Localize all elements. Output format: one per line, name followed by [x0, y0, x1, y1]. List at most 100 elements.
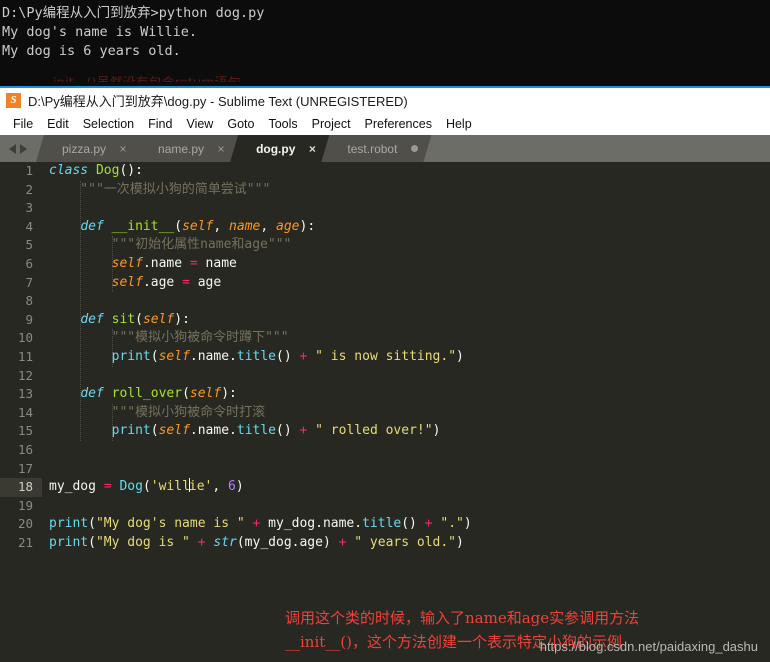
code-line[interactable]: 9 def sit(self): [0, 311, 770, 330]
token: name [197, 255, 237, 271]
line-source: my_dog = Dog('willie', 6) [49, 478, 244, 497]
token: " is now sitting." [307, 348, 457, 364]
token: title [236, 348, 277, 364]
token: = [189, 255, 198, 271]
code-line[interactable]: 14 """模拟小狗被命令时打滚 [0, 404, 770, 423]
line-number: 8 [25, 293, 33, 309]
token: + [197, 534, 206, 550]
menu-item-tools[interactable]: Tools [261, 117, 304, 131]
code-line[interactable]: 7 self.age = age [0, 274, 770, 293]
token: = [182, 274, 190, 290]
tab-scroll-arrows[interactable] [0, 135, 36, 162]
line-number: 16 [17, 441, 33, 457]
code-line[interactable]: 13 def roll_over(self): [0, 385, 770, 404]
line-source: """模拟小狗被命令时蹲下""" [49, 329, 289, 348]
menu-item-preferences[interactable]: Preferences [358, 117, 439, 131]
tab-unsaved-indicator-icon[interactable] [397, 145, 431, 152]
code-line[interactable]: 6 self.name = name [0, 255, 770, 274]
token: , [212, 479, 229, 495]
line-number: 5 [25, 237, 33, 253]
token: print [49, 516, 89, 532]
token: self [182, 218, 214, 234]
tab-dog-py[interactable]: dog.py × [230, 135, 329, 162]
tab-name-py[interactable]: name.py × [132, 135, 238, 162]
token: , [260, 218, 277, 234]
code-line[interactable]: 18 my_dog = Dog('willie', 6) [0, 478, 770, 497]
tabbar: pizza.py × name.py × dog.py × test.robot [0, 135, 770, 162]
line-number: 7 [25, 274, 33, 290]
token: print [111, 423, 151, 439]
line-number: 9 [25, 311, 33, 327]
menu-item-help[interactable]: Help [439, 117, 479, 131]
token: title [362, 516, 402, 532]
token: def [80, 386, 112, 402]
menu-item-edit[interactable]: Edit [40, 117, 76, 131]
tab-next-arrow-icon[interactable] [20, 143, 27, 154]
code-line[interactable]: 11 print(self.name.title() + " is now si… [0, 348, 770, 367]
code-line[interactable]: 8 [0, 292, 770, 311]
token: () [401, 516, 425, 532]
line-source: print(self.name.title() + " is now sitti… [49, 348, 464, 367]
line-number: 10 [17, 330, 33, 346]
tab-test-robot[interactable]: test.robot [321, 135, 431, 162]
token: """初始化属性name和age""" [49, 237, 292, 253]
sublime-icon-letter: S [10, 94, 17, 106]
line-source: """初始化属性name和age""" [49, 236, 292, 255]
menu-item-file[interactable]: File [6, 117, 40, 131]
code-line[interactable]: 20 print("My dog's name is " + my_dog.nam… [0, 515, 770, 534]
tab-label: test.robot [347, 141, 398, 156]
token: class [49, 163, 96, 178]
code-line[interactable]: 5 """初始化属性name和age""" [0, 236, 770, 255]
command-prompt-window[interactable]: D:\Py编程从入门到放弃>python dog.py My dog's name… [0, 0, 770, 86]
menu-item-view[interactable]: View [179, 117, 220, 131]
code-line[interactable]: 12 [0, 367, 770, 386]
line-number: 11 [17, 348, 33, 364]
code-content[interactable]: 1 class Dog(): 2 """一次模拟小狗的简单尝试""" 3 4 def _… [0, 162, 770, 552]
line-source: def __init__(self, name, age): [49, 218, 315, 237]
code-line[interactable]: 15 print(self.name.title() + " rolled ov… [0, 422, 770, 441]
token: ( [135, 311, 143, 327]
token: () [276, 423, 300, 439]
line-number: 14 [17, 404, 33, 420]
code-line[interactable]: 2 """一次模拟小狗的简单尝试""" [0, 181, 770, 200]
tab-prev-arrow-icon[interactable] [9, 143, 16, 154]
window-title: D:\Py编程从入门到放弃\dog.py - Sublime Text (UNR… [28, 94, 408, 109]
line-number: 4 [25, 218, 33, 234]
token: "." [432, 516, 464, 532]
code-line[interactable]: 19 [0, 497, 770, 516]
menu-item-project[interactable]: Project [305, 117, 358, 131]
code-line[interactable]: 21 print("My dog is " + str(my_dog.age) +… [0, 534, 770, 553]
line-number: 1 [25, 163, 33, 178]
menu-item-selection[interactable]: Selection [76, 117, 141, 131]
code-line[interactable]: 10 """模拟小狗被命令时蹲下""" [0, 329, 770, 348]
token: self [158, 348, 190, 364]
code-line[interactable]: 16 [0, 441, 770, 460]
token: Dog [95, 163, 120, 178]
menu-item-goto[interactable]: Goto [220, 117, 261, 131]
code-line[interactable]: 4 def __init__(self, name, age): [0, 218, 770, 237]
menu-item-find[interactable]: Find [141, 117, 179, 131]
line-source: """模拟小狗被命令时打滚 [49, 404, 265, 423]
token: + [424, 516, 433, 532]
token: ): [174, 311, 190, 327]
line-source: self.name = name [49, 255, 237, 274]
token: my_dog.name. [260, 516, 363, 532]
token: .name. [189, 348, 237, 364]
line-source: class Dog(): [49, 162, 143, 181]
line-source: def roll_over(self): [49, 385, 237, 404]
code-line[interactable]: 17 [0, 460, 770, 479]
token: ( [150, 348, 159, 364]
tab-pizza-py[interactable]: pizza.py × [36, 135, 140, 162]
code-editor[interactable]: 1 class Dog(): 2 """一次模拟小狗的简单尝试""" 3 4 def _… [0, 162, 770, 662]
line-number: 13 [17, 386, 33, 402]
screenshot-root: D:\Py编程从入门到放弃>python dog.py My dog's name… [0, 0, 770, 662]
code-line[interactable]: 3 [0, 199, 770, 218]
code-line[interactable]: 1 class Dog(): [0, 162, 770, 181]
token: __init__ [111, 218, 175, 234]
token: """模拟小狗被命令时打滚 [49, 404, 266, 420]
token: age [276, 218, 300, 234]
